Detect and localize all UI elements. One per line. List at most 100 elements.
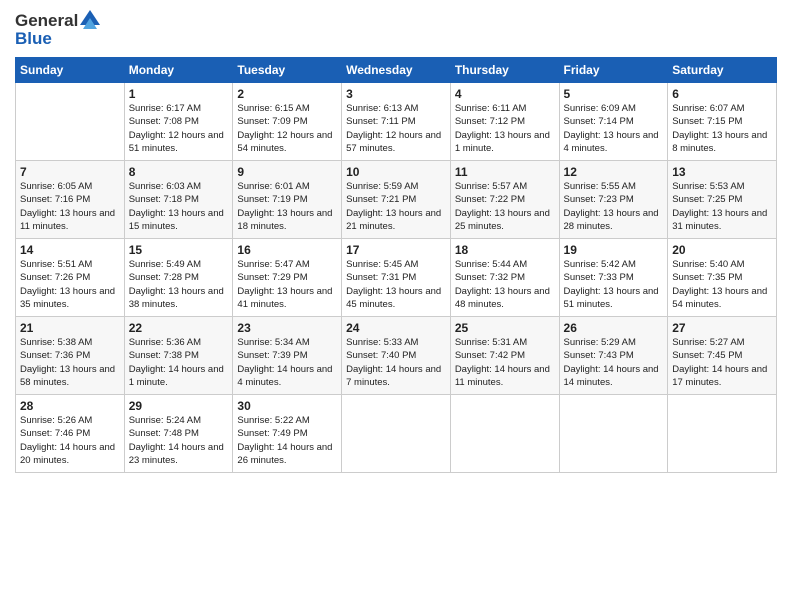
cell-sun-info: Sunrise: 5:33 AMSunset: 7:40 PMDaylight:… bbox=[346, 336, 446, 389]
cell-sun-info: Sunrise: 5:44 AMSunset: 7:32 PMDaylight:… bbox=[455, 258, 555, 311]
cell-sun-info: Sunrise: 6:11 AMSunset: 7:12 PMDaylight:… bbox=[455, 102, 555, 155]
calendar-cell: 9Sunrise: 6:01 AMSunset: 7:19 PMDaylight… bbox=[233, 161, 342, 239]
calendar-cell: 6Sunrise: 6:07 AMSunset: 7:15 PMDaylight… bbox=[668, 83, 777, 161]
cell-date-number: 5 bbox=[564, 87, 664, 101]
calendar-cell: 2Sunrise: 6:15 AMSunset: 7:09 PMDaylight… bbox=[233, 83, 342, 161]
calendar-cell: 8Sunrise: 6:03 AMSunset: 7:18 PMDaylight… bbox=[124, 161, 233, 239]
weekday-header: Saturday bbox=[668, 58, 777, 83]
calendar-cell: 17Sunrise: 5:45 AMSunset: 7:31 PMDayligh… bbox=[342, 239, 451, 317]
cell-sun-info: Sunrise: 6:03 AMSunset: 7:18 PMDaylight:… bbox=[129, 180, 229, 233]
cell-date-number: 12 bbox=[564, 165, 664, 179]
cell-sun-info: Sunrise: 5:29 AMSunset: 7:43 PMDaylight:… bbox=[564, 336, 664, 389]
logo: General Blue bbox=[15, 10, 100, 49]
cell-sun-info: Sunrise: 5:42 AMSunset: 7:33 PMDaylight:… bbox=[564, 258, 664, 311]
cell-date-number: 30 bbox=[237, 399, 337, 413]
cell-date-number: 18 bbox=[455, 243, 555, 257]
logo-icon bbox=[80, 10, 100, 30]
cell-date-number: 17 bbox=[346, 243, 446, 257]
calendar-cell: 27Sunrise: 5:27 AMSunset: 7:45 PMDayligh… bbox=[668, 317, 777, 395]
calendar-cell: 14Sunrise: 5:51 AMSunset: 7:26 PMDayligh… bbox=[16, 239, 125, 317]
cell-date-number: 16 bbox=[237, 243, 337, 257]
cell-sun-info: Sunrise: 5:38 AMSunset: 7:36 PMDaylight:… bbox=[20, 336, 120, 389]
cell-date-number: 23 bbox=[237, 321, 337, 335]
cell-sun-info: Sunrise: 5:47 AMSunset: 7:29 PMDaylight:… bbox=[237, 258, 337, 311]
cell-date-number: 9 bbox=[237, 165, 337, 179]
cell-sun-info: Sunrise: 6:17 AMSunset: 7:08 PMDaylight:… bbox=[129, 102, 229, 155]
header: General Blue bbox=[15, 10, 777, 49]
cell-date-number: 13 bbox=[672, 165, 772, 179]
cell-sun-info: Sunrise: 5:24 AMSunset: 7:48 PMDaylight:… bbox=[129, 414, 229, 467]
calendar-cell bbox=[668, 395, 777, 473]
calendar-week-row: 7Sunrise: 6:05 AMSunset: 7:16 PMDaylight… bbox=[16, 161, 777, 239]
cell-sun-info: Sunrise: 5:36 AMSunset: 7:38 PMDaylight:… bbox=[129, 336, 229, 389]
calendar-cell: 25Sunrise: 5:31 AMSunset: 7:42 PMDayligh… bbox=[450, 317, 559, 395]
cell-date-number: 14 bbox=[20, 243, 120, 257]
cell-sun-info: Sunrise: 5:51 AMSunset: 7:26 PMDaylight:… bbox=[20, 258, 120, 311]
cell-sun-info: Sunrise: 6:09 AMSunset: 7:14 PMDaylight:… bbox=[564, 102, 664, 155]
cell-date-number: 22 bbox=[129, 321, 229, 335]
calendar-week-row: 1Sunrise: 6:17 AMSunset: 7:08 PMDaylight… bbox=[16, 83, 777, 161]
cell-sun-info: Sunrise: 6:15 AMSunset: 7:09 PMDaylight:… bbox=[237, 102, 337, 155]
weekday-header: Thursday bbox=[450, 58, 559, 83]
calendar-cell bbox=[450, 395, 559, 473]
cell-date-number: 8 bbox=[129, 165, 229, 179]
calendar-cell: 28Sunrise: 5:26 AMSunset: 7:46 PMDayligh… bbox=[16, 395, 125, 473]
calendar-cell: 3Sunrise: 6:13 AMSunset: 7:11 PMDaylight… bbox=[342, 83, 451, 161]
cell-date-number: 28 bbox=[20, 399, 120, 413]
calendar-cell: 10Sunrise: 5:59 AMSunset: 7:21 PMDayligh… bbox=[342, 161, 451, 239]
cell-date-number: 20 bbox=[672, 243, 772, 257]
cell-date-number: 2 bbox=[237, 87, 337, 101]
calendar-cell: 5Sunrise: 6:09 AMSunset: 7:14 PMDaylight… bbox=[559, 83, 668, 161]
calendar-cell: 16Sunrise: 5:47 AMSunset: 7:29 PMDayligh… bbox=[233, 239, 342, 317]
logo-text: General bbox=[15, 11, 78, 31]
cell-date-number: 7 bbox=[20, 165, 120, 179]
cell-sun-info: Sunrise: 5:55 AMSunset: 7:23 PMDaylight:… bbox=[564, 180, 664, 233]
cell-date-number: 21 bbox=[20, 321, 120, 335]
calendar-week-row: 14Sunrise: 5:51 AMSunset: 7:26 PMDayligh… bbox=[16, 239, 777, 317]
calendar-cell: 4Sunrise: 6:11 AMSunset: 7:12 PMDaylight… bbox=[450, 83, 559, 161]
calendar-cell: 12Sunrise: 5:55 AMSunset: 7:23 PMDayligh… bbox=[559, 161, 668, 239]
page: General Blue SundayMondayTuesdayWednesda… bbox=[0, 0, 792, 612]
calendar-week-row: 21Sunrise: 5:38 AMSunset: 7:36 PMDayligh… bbox=[16, 317, 777, 395]
calendar-cell: 20Sunrise: 5:40 AMSunset: 7:35 PMDayligh… bbox=[668, 239, 777, 317]
calendar-week-row: 28Sunrise: 5:26 AMSunset: 7:46 PMDayligh… bbox=[16, 395, 777, 473]
calendar-cell: 22Sunrise: 5:36 AMSunset: 7:38 PMDayligh… bbox=[124, 317, 233, 395]
calendar-cell: 23Sunrise: 5:34 AMSunset: 7:39 PMDayligh… bbox=[233, 317, 342, 395]
cell-sun-info: Sunrise: 6:13 AMSunset: 7:11 PMDaylight:… bbox=[346, 102, 446, 155]
calendar-cell: 19Sunrise: 5:42 AMSunset: 7:33 PMDayligh… bbox=[559, 239, 668, 317]
header-row: SundayMondayTuesdayWednesdayThursdayFrid… bbox=[16, 58, 777, 83]
calendar-cell: 1Sunrise: 6:17 AMSunset: 7:08 PMDaylight… bbox=[124, 83, 233, 161]
calendar-cell: 21Sunrise: 5:38 AMSunset: 7:36 PMDayligh… bbox=[16, 317, 125, 395]
calendar-table: SundayMondayTuesdayWednesdayThursdayFrid… bbox=[15, 57, 777, 473]
cell-sun-info: Sunrise: 5:45 AMSunset: 7:31 PMDaylight:… bbox=[346, 258, 446, 311]
cell-sun-info: Sunrise: 5:26 AMSunset: 7:46 PMDaylight:… bbox=[20, 414, 120, 467]
cell-date-number: 19 bbox=[564, 243, 664, 257]
cell-date-number: 11 bbox=[455, 165, 555, 179]
calendar-cell: 24Sunrise: 5:33 AMSunset: 7:40 PMDayligh… bbox=[342, 317, 451, 395]
calendar-cell: 7Sunrise: 6:05 AMSunset: 7:16 PMDaylight… bbox=[16, 161, 125, 239]
cell-date-number: 25 bbox=[455, 321, 555, 335]
calendar-cell: 13Sunrise: 5:53 AMSunset: 7:25 PMDayligh… bbox=[668, 161, 777, 239]
logo-blue: Blue bbox=[15, 29, 100, 49]
cell-sun-info: Sunrise: 6:07 AMSunset: 7:15 PMDaylight:… bbox=[672, 102, 772, 155]
cell-date-number: 3 bbox=[346, 87, 446, 101]
weekday-header: Friday bbox=[559, 58, 668, 83]
cell-sun-info: Sunrise: 5:59 AMSunset: 7:21 PMDaylight:… bbox=[346, 180, 446, 233]
cell-sun-info: Sunrise: 5:27 AMSunset: 7:45 PMDaylight:… bbox=[672, 336, 772, 389]
cell-sun-info: Sunrise: 5:40 AMSunset: 7:35 PMDaylight:… bbox=[672, 258, 772, 311]
calendar-cell: 18Sunrise: 5:44 AMSunset: 7:32 PMDayligh… bbox=[450, 239, 559, 317]
weekday-header: Wednesday bbox=[342, 58, 451, 83]
cell-sun-info: Sunrise: 5:49 AMSunset: 7:28 PMDaylight:… bbox=[129, 258, 229, 311]
calendar-cell bbox=[342, 395, 451, 473]
cell-date-number: 10 bbox=[346, 165, 446, 179]
weekday-header: Tuesday bbox=[233, 58, 342, 83]
calendar-cell: 15Sunrise: 5:49 AMSunset: 7:28 PMDayligh… bbox=[124, 239, 233, 317]
cell-sun-info: Sunrise: 6:05 AMSunset: 7:16 PMDaylight:… bbox=[20, 180, 120, 233]
weekday-header: Sunday bbox=[16, 58, 125, 83]
calendar-cell: 29Sunrise: 5:24 AMSunset: 7:48 PMDayligh… bbox=[124, 395, 233, 473]
calendar-cell: 11Sunrise: 5:57 AMSunset: 7:22 PMDayligh… bbox=[450, 161, 559, 239]
calendar-cell bbox=[16, 83, 125, 161]
cell-sun-info: Sunrise: 5:31 AMSunset: 7:42 PMDaylight:… bbox=[455, 336, 555, 389]
cell-sun-info: Sunrise: 5:57 AMSunset: 7:22 PMDaylight:… bbox=[455, 180, 555, 233]
weekday-header: Monday bbox=[124, 58, 233, 83]
